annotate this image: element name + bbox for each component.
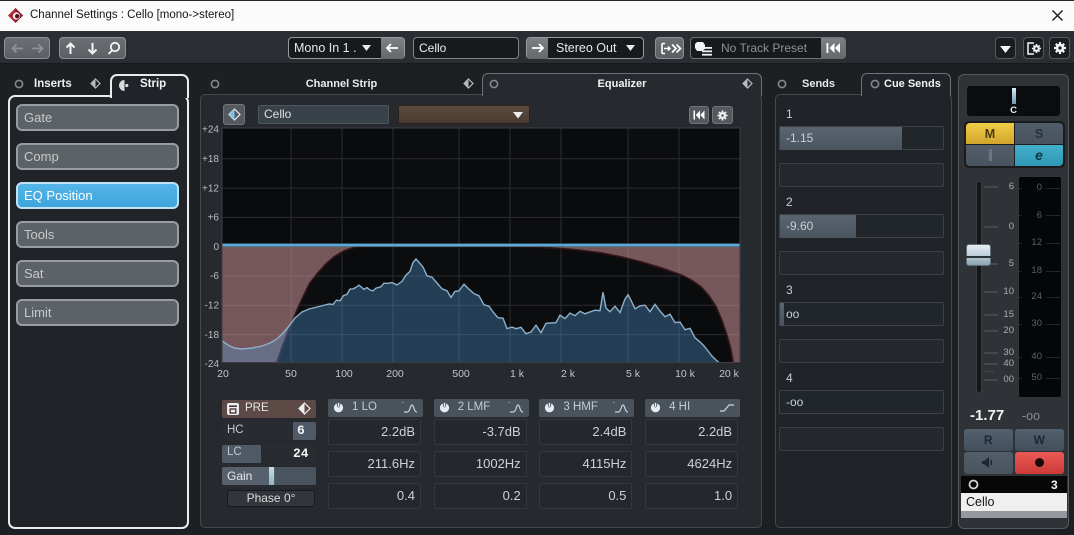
svg-text:200: 200	[386, 368, 404, 380]
svg-text:+24: +24	[202, 125, 219, 136]
svg-text:“: “	[613, 402, 615, 408]
svg-text:1 k: 1 k	[510, 368, 525, 380]
svg-text:5 k: 5 k	[626, 368, 641, 380]
svg-text:+18: +18	[202, 154, 219, 165]
svg-text:-18: -18	[205, 330, 220, 341]
svg-text:20 k: 20 k	[719, 368, 740, 380]
svg-text:“: “	[508, 402, 510, 408]
svg-text:0: 0	[213, 242, 219, 253]
svg-text:500: 500	[452, 368, 470, 380]
svg-text:20: 20	[217, 368, 229, 380]
svg-text:-12: -12	[205, 301, 220, 312]
svg-text:“: “	[402, 402, 404, 408]
svg-text:2 k: 2 k	[561, 368, 576, 380]
svg-text:50: 50	[285, 368, 297, 380]
svg-text:+12: +12	[202, 183, 219, 194]
svg-text:10 k: 10 k	[675, 368, 696, 380]
svg-text:100: 100	[335, 368, 353, 380]
svg-text:-6: -6	[210, 271, 219, 282]
svg-text:+6: +6	[208, 213, 220, 224]
